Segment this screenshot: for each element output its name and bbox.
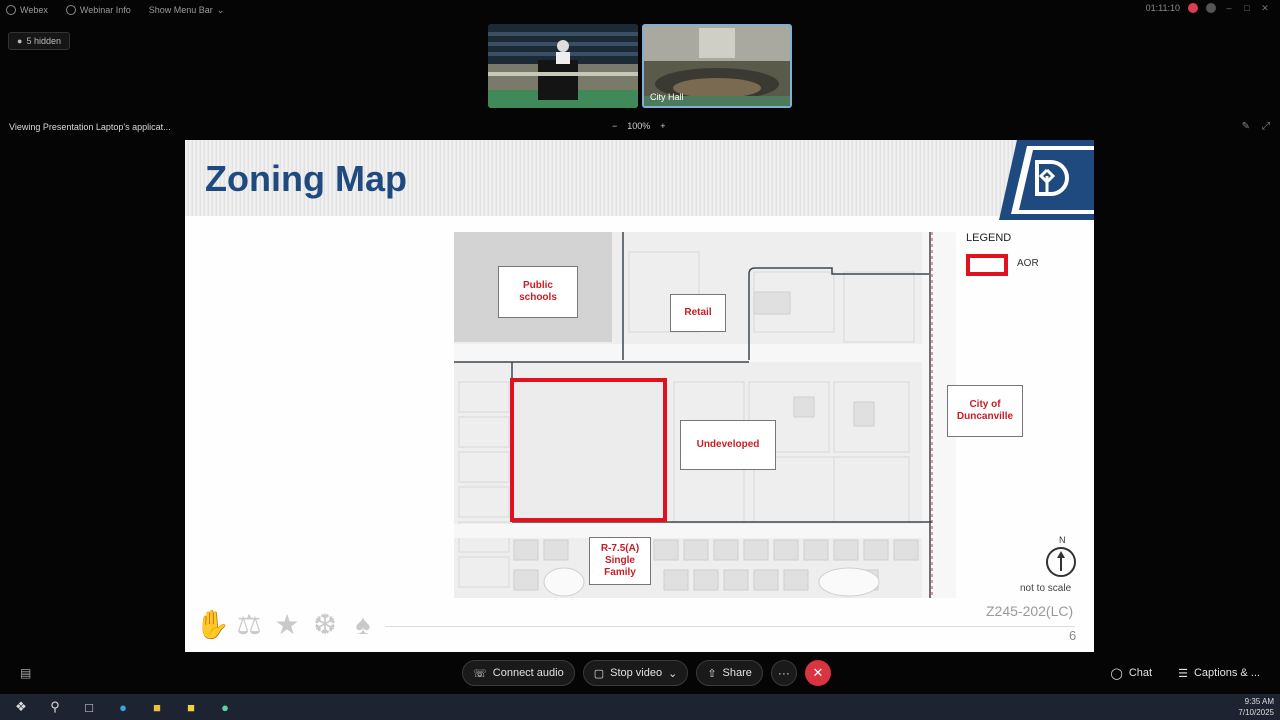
label-undeveloped: Undeveloped	[680, 420, 776, 470]
phone-icon: ☏	[473, 667, 487, 680]
hand-icon: ✋	[195, 609, 230, 640]
file-explorer-icon[interactable]: ■	[144, 696, 170, 718]
meeting-timer: 01:11:10	[1145, 3, 1180, 13]
right-panel-controls: ◯ Chat ☰ Captions & ...	[1111, 660, 1260, 686]
thumbnail-label: City Hall	[650, 92, 684, 102]
share-button[interactable]: ⇧ Share	[696, 660, 763, 686]
scales-icon: ⚖	[236, 609, 262, 640]
viewing-status: Viewing Presentation Laptop's applicat..…	[9, 122, 171, 132]
video-thumbnail-city-hall[interactable]: City Hall	[642, 24, 792, 108]
edge-icon[interactable]: ●	[110, 696, 136, 718]
trophy-icon: ★	[274, 609, 300, 640]
meeting-controls: ☏ Connect audio ▢ Stop video ⌄ ⇧ Share ·…	[462, 660, 831, 686]
people-icon: ♠	[355, 609, 371, 640]
north-arrow-icon	[1046, 547, 1076, 577]
share-icon: ⇧	[707, 667, 717, 680]
legend-title: LEGEND	[966, 232, 1012, 244]
captions-label: Captions & ...	[1193, 667, 1260, 679]
chat-icon: ◯	[1110, 667, 1123, 680]
webex-logo-icon	[6, 5, 16, 15]
show-menu-bar-label: Show Menu Bar	[148, 5, 213, 15]
chat-button[interactable]: ◯ Chat	[1111, 667, 1153, 680]
title-bar: Webex Webinar Info Show Menu Bar ⌄ 01:11…	[0, 0, 1280, 20]
connect-audio-label: Connect audio	[492, 667, 564, 679]
recording-icon	[1188, 3, 1198, 13]
hidden-participants-button[interactable]: ● 5 hidden	[8, 32, 70, 50]
chat-label: Chat	[1128, 667, 1153, 679]
legend-aor-swatch	[966, 254, 1008, 276]
legend-aor-label: AOR	[1017, 258, 1039, 269]
case-number: Z245-202(LC)	[986, 603, 1074, 619]
webinar-info-label: Webinar Info	[79, 5, 131, 15]
system-clock: 9:35 AM 7/10/2025	[1238, 696, 1274, 718]
file-icon[interactable]: □	[76, 696, 102, 718]
city-logo-icon	[999, 140, 1094, 220]
app-name: Webex	[20, 5, 48, 15]
stop-video-button[interactable]: ▢ Stop video ⌄	[582, 660, 689, 686]
leave-meeting-button[interactable]: ✕	[804, 660, 831, 686]
stop-video-label: Stop video	[610, 667, 663, 679]
zoning-map: Public schools Retail Undeveloped R-7.5(…	[454, 232, 956, 598]
north-letter: N	[1059, 535, 1066, 545]
clock-date: 7/10/2025	[1238, 708, 1274, 717]
footer-divider	[385, 626, 1075, 627]
share-view-icons: ✎ ⤢	[1242, 121, 1270, 132]
chevron-down-icon[interactable]: ⌄	[668, 667, 677, 680]
webex-window: Webex Webinar Info Show Menu Bar ⌄ 01:11…	[0, 0, 1280, 720]
show-menu-bar-button[interactable]: Show Menu Bar ⌄	[149, 5, 225, 16]
snowflake-icon: ❆	[313, 609, 337, 640]
webinar-info-button[interactable]: Webinar Info	[65, 5, 131, 15]
label-public-schools: Public schools	[498, 266, 578, 318]
camera-icon: ▢	[593, 667, 605, 680]
connect-audio-button[interactable]: ☏ Connect audio	[462, 660, 575, 686]
shared-slide: Zoning Map Public schools Retail Undevel…	[185, 140, 1094, 652]
webex-taskbar-icon[interactable]: ●	[212, 696, 238, 718]
captions-icon: ☰	[1178, 667, 1188, 680]
maximize-button[interactable]: □	[1242, 3, 1252, 13]
podium-video	[488, 24, 638, 108]
clock-time: 9:35 AM	[1244, 697, 1274, 706]
fullscreen-icon[interactable]: ⤢	[1262, 121, 1270, 132]
video-thumbnail-podium[interactable]	[488, 24, 638, 108]
zoom-in-button[interactable]: +	[660, 121, 665, 131]
layout-icon[interactable]: ▤	[20, 666, 31, 680]
label-r75a-single-family: R-7.5(A) Single Family	[589, 537, 651, 585]
webex-app-menu[interactable]: Webex	[6, 5, 48, 15]
person-icon: ●	[17, 36, 23, 46]
slide-title: Zoning Map	[205, 158, 407, 199]
chevron-down-icon: ⌄	[216, 4, 225, 15]
captions-button[interactable]: ☰ Captions & ...	[1178, 667, 1260, 680]
share-label: Share	[722, 667, 752, 679]
slide-page-number: 6	[1069, 628, 1077, 643]
search-icon[interactable]: ⚲	[42, 696, 68, 718]
zoom-controls: − 100% +	[612, 121, 666, 131]
zoom-level: 100%	[627, 121, 651, 131]
label-retail: Retail	[670, 294, 726, 332]
titlebar-right: 01:11:10 – □ ✕	[1146, 3, 1270, 13]
more-options-button[interactable]: ···	[770, 660, 797, 686]
slide-header: Zoning Map	[185, 140, 1094, 220]
start-icon[interactable]: ❖	[8, 696, 34, 718]
close-window-button[interactable]: ✕	[1260, 3, 1270, 13]
hidden-count: 5 hidden	[26, 36, 61, 46]
zoom-out-button[interactable]: −	[612, 121, 617, 131]
annotate-icon[interactable]: ✎	[1242, 121, 1250, 132]
windows-taskbar: ❖ ⚲ □ ● ■ ■ ● 9:35 AM 7/10/2025	[0, 694, 1280, 720]
footer-icons: ✋ ⚖ ★ ❆ ♠	[195, 608, 379, 642]
info-icon	[65, 5, 76, 15]
label-city-of-duncanville: City of Duncanville	[947, 385, 1023, 437]
not-to-scale-note: not to scale	[1020, 583, 1072, 594]
minimize-button[interactable]: –	[1224, 3, 1234, 13]
sticky-notes-icon[interactable]: ■	[178, 696, 204, 718]
avatar[interactable]	[1206, 3, 1216, 13]
